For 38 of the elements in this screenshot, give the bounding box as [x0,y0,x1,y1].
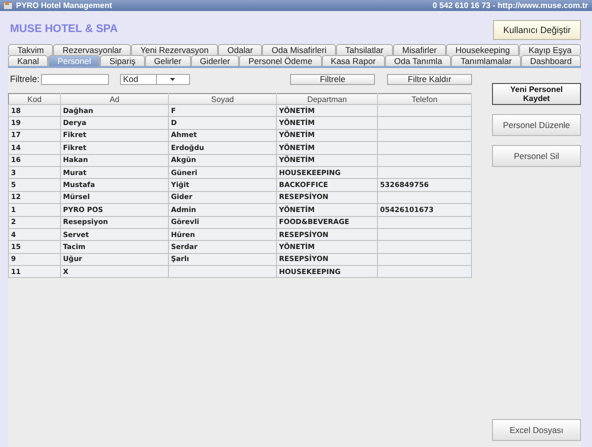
switch-user-button[interactable]: Kullanıcı Değiştir [493,20,581,40]
hotel-name: MUSE HOTEL & SPA [10,22,118,34]
column-header[interactable]: Soyad [168,94,276,104]
column-header[interactable]: Ad [60,94,168,104]
tab[interactable]: Kayıp Eşya [519,44,582,55]
column-dropdown[interactable]: Kod [120,74,190,84]
tab[interactable]: Tahsilatlar [336,44,393,55]
clear-filter-button[interactable]: Filtre Kaldır [387,74,472,84]
app-icon [4,2,12,9]
column-header[interactable]: Kod [8,94,60,104]
tab[interactable]: Personel Ödeme [239,55,322,66]
contact-text: 0 542 610 16 73 - http://www.muse.com.tr [432,1,588,10]
tab[interactable]: Odalar [218,44,262,55]
tab[interactable]: Housekeeping [446,44,520,55]
tab[interactable]: Misafirler [392,44,446,55]
tab[interactable]: Kasa Rapor [322,55,385,66]
tab[interactable]: Oda Misafirleri [262,44,336,55]
excel-export-button[interactable]: Excel Dosyası [492,419,581,441]
tab[interactable]: Giderler [190,55,240,66]
action-button[interactable]: Personel Sil [492,145,581,167]
dropdown-arrow-icon [170,78,176,80]
tab[interactable]: Rezervasyonlar [53,44,132,55]
tab[interactable]: Yeni Rezervasyon [131,44,218,55]
filter-input[interactable] [41,74,110,84]
tab[interactable]: Dashboard [520,55,581,66]
tab[interactable]: Tanımlamalar [451,55,521,66]
column-header[interactable]: Departman [276,94,378,104]
column-header[interactable]: Telefon [378,94,472,104]
tab[interactable]: Kanal [8,55,48,66]
tab[interactable]: Sipariş [100,55,145,66]
window-title: PYRO Hotel Management [16,1,112,10]
tab[interactable]: Gelirler [144,55,191,66]
filter-label: Filtrele: [9,74,41,84]
tab[interactable]: Oda Tanımla [384,55,452,66]
action-button[interactable]: Personel Düzenle [492,114,581,136]
tab[interactable]: Takvim [8,44,54,55]
filter-button[interactable]: Filtrele [290,74,376,84]
action-button[interactable]: Yeni Personel Kaydet [492,83,581,105]
